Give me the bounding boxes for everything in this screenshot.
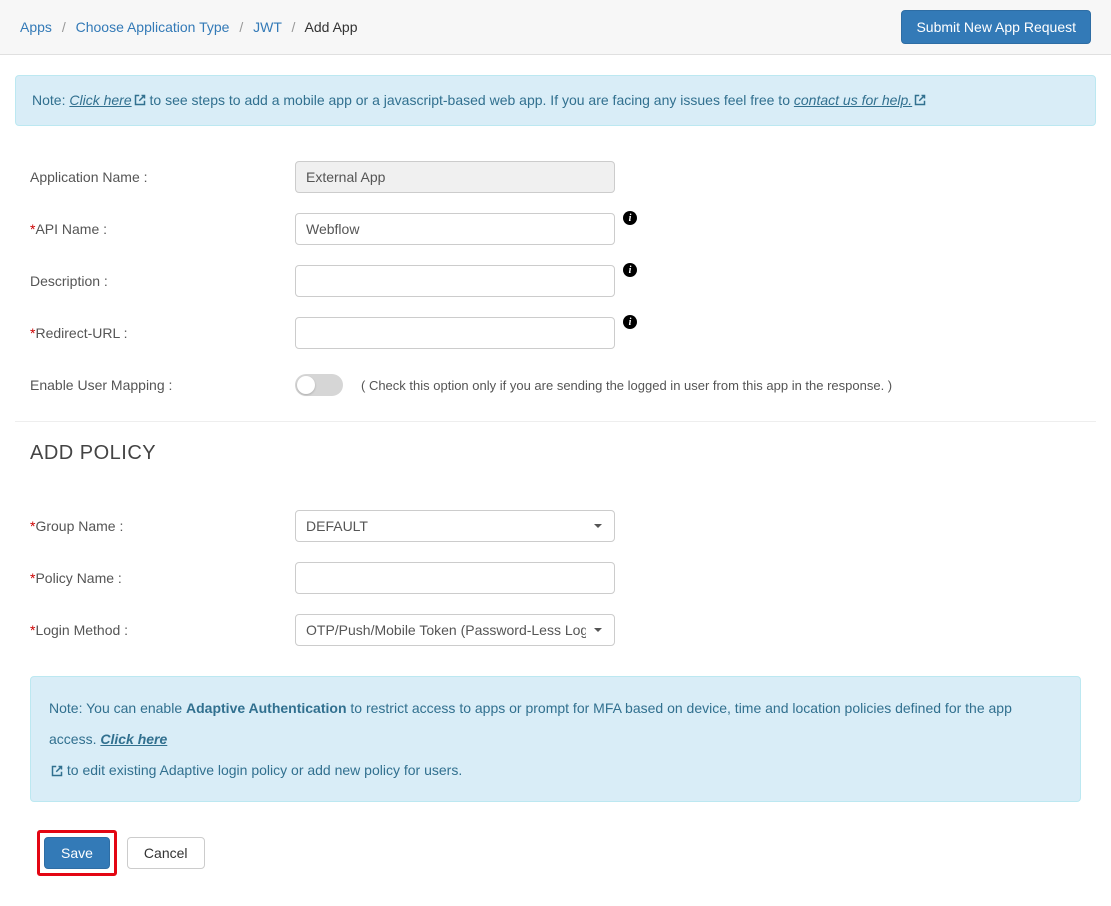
add-policy-title: ADD POLICY [30, 442, 1096, 465]
breadcrumb-sep: / [292, 19, 296, 35]
note2-suffix: to edit existing Adaptive login policy o… [63, 762, 462, 778]
breadcrumb-jwt[interactable]: JWT [253, 19, 282, 35]
login-method-select[interactable]: OTP/Push/Mobile Token (Password-Less Log… [295, 614, 615, 646]
row-login-method: *Login Method : OTP/Push/Mobile Token (P… [30, 614, 1081, 646]
group-name-select[interactable]: DEFAULT [295, 510, 615, 542]
api-name-field[interactable] [295, 213, 615, 245]
info-icon[interactable]: i [623, 211, 637, 225]
breadcrumb-choose-type[interactable]: Choose Application Type [76, 19, 230, 35]
section-divider [15, 421, 1096, 422]
page-content: Note: Click here to see steps to add a m… [0, 55, 1111, 906]
label-login-method: *Login Method : [30, 622, 295, 638]
click-here-link[interactable]: Click here [69, 92, 145, 108]
save-button[interactable]: Save [44, 837, 110, 869]
row-description: Description : i [30, 265, 1081, 297]
cancel-button[interactable]: Cancel [127, 837, 205, 869]
breadcrumb-current: Add App [305, 19, 358, 35]
action-buttons: Save Cancel [37, 830, 1096, 876]
submit-new-app-button[interactable]: Submit New App Request [901, 10, 1091, 44]
enable-user-mapping-toggle[interactable] [295, 374, 343, 396]
label-enable-user-mapping: Enable User Mapping : [30, 377, 295, 393]
breadcrumb-apps[interactable]: Apps [20, 19, 52, 35]
row-api-name: *API Name : i [30, 213, 1081, 245]
note2-prefix: Note: You can enable [49, 700, 186, 716]
row-redirect-url: *Redirect-URL : i [30, 317, 1081, 349]
redirect-url-field[interactable] [295, 317, 615, 349]
click-here-link-2[interactable]: Click here [100, 731, 167, 747]
save-highlight-box: Save [37, 830, 117, 876]
label-application-name: Application Name : [30, 169, 295, 185]
info-note-top: Note: Click here to see steps to add a m… [15, 75, 1096, 126]
app-form: Application Name : *API Name : i Descrip… [15, 126, 1096, 401]
info-icon[interactable]: i [623, 315, 637, 329]
note2-strong: Adaptive Authentication [186, 700, 347, 716]
row-application-name: Application Name : [30, 161, 1081, 193]
external-link-icon [914, 94, 926, 106]
enable-user-mapping-help: ( Check this option only if you are send… [361, 378, 892, 393]
label-group-name: *Group Name : [30, 518, 295, 534]
note-prefix: Note: [32, 92, 69, 108]
info-note-bottom: Note: You can enable Adaptive Authentica… [30, 676, 1081, 802]
policy-form: *Group Name : DEFAULT *Policy Name : *Lo… [15, 475, 1096, 646]
policy-name-field[interactable] [295, 562, 615, 594]
label-redirect-url: *Redirect-URL : [30, 325, 295, 341]
row-group-name: *Group Name : DEFAULT [30, 510, 1081, 542]
contact-us-link[interactable]: contact us for help. [794, 92, 926, 108]
note-middle: to see steps to add a mobile app or a ja… [150, 92, 794, 108]
description-field[interactable] [295, 265, 615, 297]
external-link-icon [134, 94, 146, 106]
row-policy-name: *Policy Name : [30, 562, 1081, 594]
page-header: Apps / Choose Application Type / JWT / A… [0, 0, 1111, 55]
label-policy-name: *Policy Name : [30, 570, 295, 586]
application-name-field [295, 161, 615, 193]
breadcrumb-sep: / [62, 19, 66, 35]
label-description: Description : [30, 273, 295, 289]
label-api-name: *API Name : [30, 221, 295, 237]
external-link-icon [51, 765, 63, 777]
breadcrumb-sep: / [239, 19, 243, 35]
info-icon[interactable]: i [623, 263, 637, 277]
breadcrumb: Apps / Choose Application Type / JWT / A… [20, 19, 357, 35]
row-enable-user-mapping: Enable User Mapping : ( Check this optio… [30, 369, 1081, 401]
